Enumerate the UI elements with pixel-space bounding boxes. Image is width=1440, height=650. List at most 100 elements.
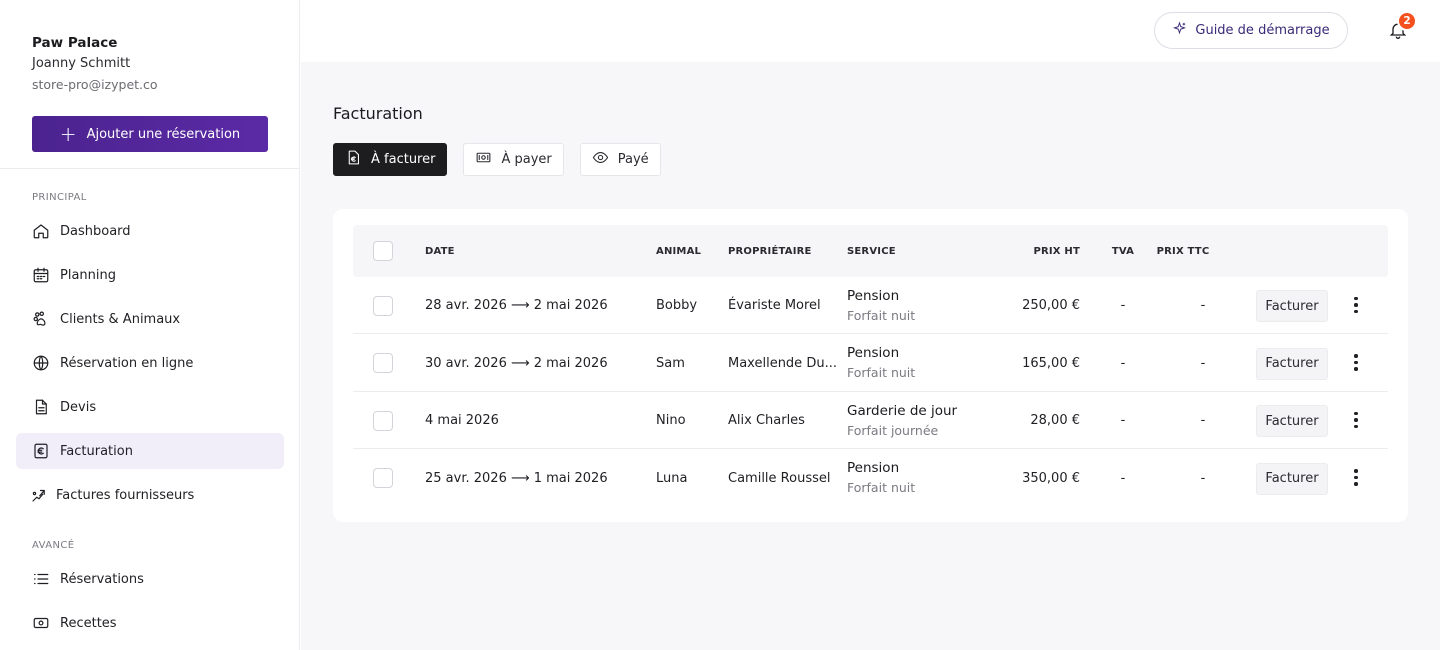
sidebar-item-quotes[interactable]: Devis: [16, 389, 284, 425]
eye-icon: [592, 149, 609, 170]
sidebar-item-planning[interactable]: Planning: [16, 257, 284, 293]
tva-cell: -: [1120, 355, 1126, 371]
service-package: Forfait nuit: [847, 307, 916, 323]
supplier-icon: [30, 486, 48, 504]
service-name: Garderie de jour: [847, 402, 958, 419]
tab-to-pay[interactable]: À payer: [463, 143, 564, 176]
animal-cell: Sam: [656, 355, 685, 371]
add-reservation-label: Ajouter une réservation: [86, 126, 241, 142]
invoice-button[interactable]: Facturer: [1256, 347, 1328, 380]
more-options-icon[interactable]: [1346, 352, 1366, 374]
sidebar-item-billing[interactable]: Facturation: [16, 433, 284, 469]
money-icon: [32, 614, 50, 632]
sidebar-item-supplier-invoices[interactable]: Factures fournisseurs: [16, 477, 284, 513]
price-ttc-cell: -: [1200, 355, 1206, 371]
row-checkbox[interactable]: [373, 468, 393, 488]
tva-cell: -: [1120, 413, 1126, 428]
row-select-cell: [373, 335, 393, 392]
sidebar-item-dashboard[interactable]: Dashboard: [16, 213, 284, 249]
service-name: Pension: [847, 345, 900, 361]
invoice-button[interactable]: Facturer: [1256, 462, 1328, 495]
notification-count-badge: 2: [1397, 11, 1417, 31]
date-cell: 28 avr. 2026 ⟶ 2 mai 2026: [425, 298, 608, 313]
sidebar-item-label: Planning: [60, 267, 116, 283]
tab-paid[interactable]: Payé: [579, 143, 661, 176]
sidebar-item-label: Réservations: [60, 571, 144, 587]
date-cell: 25 avr. 2026 ⟶ 1 mai 2026: [425, 470, 608, 486]
billing-tabs: À facturer À payer Payé: [333, 143, 661, 176]
owner-cell: Maxellende Du...: [728, 355, 836, 371]
owner-cell: Alix Charles: [728, 413, 805, 428]
sidebar-item-reservations[interactable]: Réservations: [16, 561, 284, 597]
user-name: Joanny Schmitt: [32, 56, 131, 71]
price-ht-cell: 250,00 €: [1022, 298, 1080, 313]
table-header: DATE ANIMAL PROPRIÉTAIRE SERVICE PRIX HT…: [353, 225, 1388, 277]
table-row: 30 avr. 2026 ⟶ 2 mai 2026 Sam Maxellende D…: [353, 335, 1388, 392]
page-title: Facturation: [333, 104, 423, 123]
sidebar-item-label: Clients & Animaux: [60, 311, 181, 327]
invoice-button[interactable]: Facturer: [1256, 290, 1328, 322]
service-cell: Pension Forfait nuit: [847, 277, 915, 334]
table-row: 25 avr. 2026 ⟶ 1 mai 2026 Luna Camille Rou…: [353, 450, 1388, 507]
tva-cell: -: [1120, 298, 1126, 313]
document-icon: [32, 398, 50, 416]
price-ht-cell: 28,00 €: [1030, 413, 1080, 428]
user-email: store-pro@izypet.co: [32, 77, 158, 92]
row-select-cell: [373, 450, 393, 507]
euro-document-icon: [345, 149, 362, 170]
animal-cell: Bobby: [656, 298, 698, 313]
date-cell: 30 avr. 2026 ⟶ 2 mai 2026: [425, 355, 608, 371]
more-options-icon[interactable]: [1346, 467, 1366, 489]
add-reservation-button[interactable]: + Ajouter une réservation: [32, 116, 268, 152]
header-price-ht: PRIX HT: [1033, 245, 1080, 257]
header-price-ttc: PRIX TTC: [1156, 245, 1210, 257]
select-all-checkbox[interactable]: [373, 241, 393, 261]
header-owner: PROPRIÉTAIRE: [728, 245, 812, 257]
getting-started-guide-button[interactable]: Guide de démarrage: [1154, 12, 1348, 49]
sidebar-item-label: Factures fournisseurs: [56, 487, 195, 503]
globe-icon: [32, 354, 50, 372]
service-cell: Pension Forfait nuit: [847, 335, 915, 392]
row-select-cell: [373, 277, 393, 334]
tva-cell: -: [1120, 470, 1126, 486]
brand-block: Paw Palace Joanny Schmitt store-pro@izyp…: [32, 34, 158, 94]
more-options-icon[interactable]: [1346, 294, 1366, 316]
service-name: Pension: [847, 460, 900, 476]
service-cell: Garderie de jour Forfait journée: [847, 392, 957, 449]
sidebar-item-clients[interactable]: Clients & Animaux: [16, 301, 284, 337]
sidebar-item-online-booking[interactable]: Réservation en ligne: [16, 345, 284, 381]
service-package: Forfait nuit: [847, 480, 916, 495]
tab-to-invoice[interactable]: À facturer: [333, 143, 448, 176]
select-all-cell: [373, 225, 393, 277]
sparkle-icon: [1172, 21, 1187, 40]
paw-icon: [32, 310, 50, 328]
date-cell: 4 mai 2026: [425, 413, 499, 428]
service-package: Forfait journée: [847, 422, 939, 438]
owner-cell: Camille Roussel: [728, 470, 831, 486]
sidebar-item-revenue[interactable]: Recettes: [16, 605, 284, 641]
home-icon: [32, 222, 50, 240]
row-checkbox[interactable]: [373, 295, 393, 316]
service-package: Forfait nuit: [847, 365, 916, 380]
row-checkbox[interactable]: [373, 353, 393, 373]
invoices-table-card: DATE ANIMAL PROPRIÉTAIRE SERVICE PRIX HT…: [333, 209, 1408, 522]
sidebar-item-label: Dashboard: [60, 223, 131, 239]
header-animal: ANIMAL: [656, 245, 702, 257]
price-ttc-cell: -: [1200, 413, 1206, 428]
table-row: 4 mai 2026 Nino Alix Charles Garderie de jo…: [353, 392, 1388, 449]
more-options-icon[interactable]: [1346, 409, 1366, 431]
tab-label: Payé: [617, 152, 649, 167]
sidebar-item-label: Réservation en ligne: [60, 355, 194, 371]
sidebar: Paw Palace Joanny Schmitt store-pro@izyp…: [0, 0, 300, 650]
tab-label: À payer: [501, 152, 552, 167]
sidebar-item-label: Devis: [60, 399, 97, 415]
animal-cell: Nino: [656, 413, 686, 428]
main-content: Facturation À facturer À payer Payé DATE…: [301, 62, 1440, 650]
row-checkbox[interactable]: [373, 410, 393, 431]
invoice-button[interactable]: Facturer: [1256, 405, 1328, 437]
calendar-icon: [32, 266, 50, 284]
topbar: Guide de démarrage 2: [300, 0, 1440, 62]
header-date: DATE: [425, 245, 455, 257]
price-ht-cell: 350,00 €: [1022, 470, 1080, 486]
tab-label: À facturer: [371, 152, 436, 167]
